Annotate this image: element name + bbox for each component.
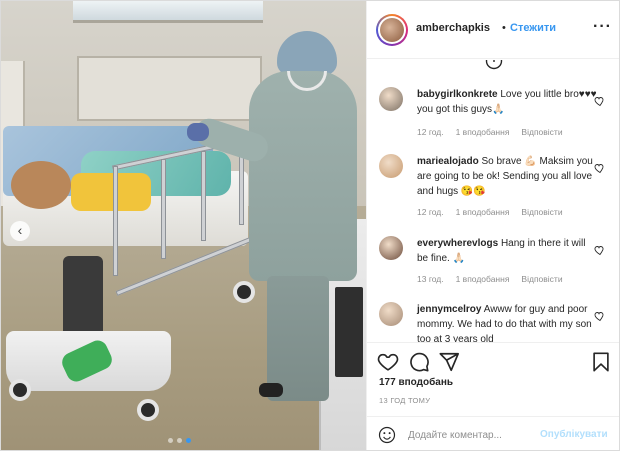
post-photo[interactable]: ‹ [1, 1, 366, 450]
emoji-icon[interactable] [378, 426, 396, 444]
post-sidebar: amberchapkis • Стежити ··· babygirlkonkr… [366, 1, 619, 450]
photo-bed-rail [161, 159, 166, 259]
carousel-dot [186, 438, 191, 443]
comment-meta: 13 год. 1 вподобання Відповісти [417, 274, 563, 284]
comment-likes[interactable]: 1 вподобання [456, 274, 510, 284]
publish-button[interactable]: Опублікувати [540, 429, 608, 440]
photo-nurse-glove [187, 123, 209, 141]
post-actions-bar [367, 342, 619, 382]
commenter-avatar[interactable] [379, 302, 403, 326]
author-username[interactable]: amberchapkis [416, 22, 490, 34]
comment-heart-icon[interactable] [593, 95, 605, 107]
photo-child-shirt [71, 173, 151, 211]
comment-text: mariealojado So brave 💪🏻 Maksim you are … [417, 154, 597, 199]
post-header: amberchapkis • Стежити ··· [367, 1, 619, 59]
photo-nurse-shoe [259, 383, 283, 397]
header-separator: • [502, 22, 506, 34]
follow-button[interactable]: Стежити [510, 22, 556, 34]
post-time[interactable]: 13 ГОД ТОМУ [379, 396, 430, 405]
photo-child-hair [11, 161, 71, 209]
heart-icon[interactable] [377, 351, 399, 373]
reply-button[interactable]: Відповісти [521, 127, 562, 137]
info-icon [485, 60, 503, 70]
photo-wheel [9, 379, 31, 401]
photo-window [73, 1, 263, 23]
commenter-username[interactable]: mariealojado [417, 156, 479, 167]
carousel-dots [168, 438, 191, 443]
commenter-username[interactable]: babygirlkonkrete [417, 89, 498, 100]
comment-time: 12 год. [417, 127, 444, 137]
bookmark-icon[interactable] [590, 351, 612, 373]
comment-text: babygirlkonkrete Love you little bro♥♥♥ … [417, 87, 597, 117]
photo-wheel [137, 399, 159, 421]
avatar-image [380, 18, 404, 42]
author-avatar[interactable] [376, 14, 408, 46]
photo-nurse-cap [277, 31, 337, 75]
comment-heart-icon[interactable] [593, 310, 605, 322]
commenter-username[interactable]: everywherevlogs [417, 238, 498, 249]
more-options-button[interactable]: ··· [593, 18, 612, 36]
likes-count[interactable]: 177 вподобань [379, 377, 453, 388]
comment-heart-icon[interactable] [593, 244, 605, 256]
instagram-post-window: ‹ amberchapkis • Стежити ··· babygirlkon… [0, 0, 620, 451]
comment-likes[interactable]: 1 вподобання [456, 127, 510, 137]
comment-input[interactable] [408, 426, 538, 444]
carousel-dot [168, 438, 173, 443]
add-comment-bar: Опублікувати [367, 416, 619, 450]
comment-icon[interactable] [408, 351, 430, 373]
commenter-avatar[interactable] [379, 236, 403, 260]
comment-meta: 12 год. 1 вподобання Відповісти [417, 207, 563, 217]
commenter-avatar[interactable] [379, 154, 403, 178]
comments-list[interactable]: babygirlkonkrete Love you little bro♥♥♥ … [367, 60, 619, 342]
avatar-ring-inner [378, 16, 406, 44]
comment-time: 12 год. [417, 207, 444, 217]
comment-text: everywherevlogs Hang in there it will be… [417, 236, 597, 266]
photo-bed-rail [113, 166, 118, 276]
photo-bed-rail [201, 151, 206, 241]
share-icon[interactable] [438, 351, 460, 373]
comment-heart-icon[interactable] [593, 162, 605, 174]
photo-stretcher-column [63, 256, 103, 341]
comment-text: jennymcelroy Awww for guy and poor mommy… [417, 302, 597, 342]
reply-button[interactable]: Відповісти [521, 207, 562, 217]
commenter-username[interactable]: jennymcelroy [417, 304, 481, 315]
photo-nurse-gown [249, 71, 357, 281]
comment-time: 13 год. [417, 274, 444, 284]
photo-nurse [187, 31, 357, 431]
commenter-avatar[interactable] [379, 87, 403, 111]
carousel-dot [177, 438, 182, 443]
comment-likes[interactable]: 1 вподобання [456, 207, 510, 217]
reply-button[interactable]: Відповісти [521, 274, 562, 284]
carousel-prev-button[interactable]: ‹ [10, 221, 30, 241]
comment-meta: 12 год. 1 вподобання Відповісти [417, 127, 563, 137]
